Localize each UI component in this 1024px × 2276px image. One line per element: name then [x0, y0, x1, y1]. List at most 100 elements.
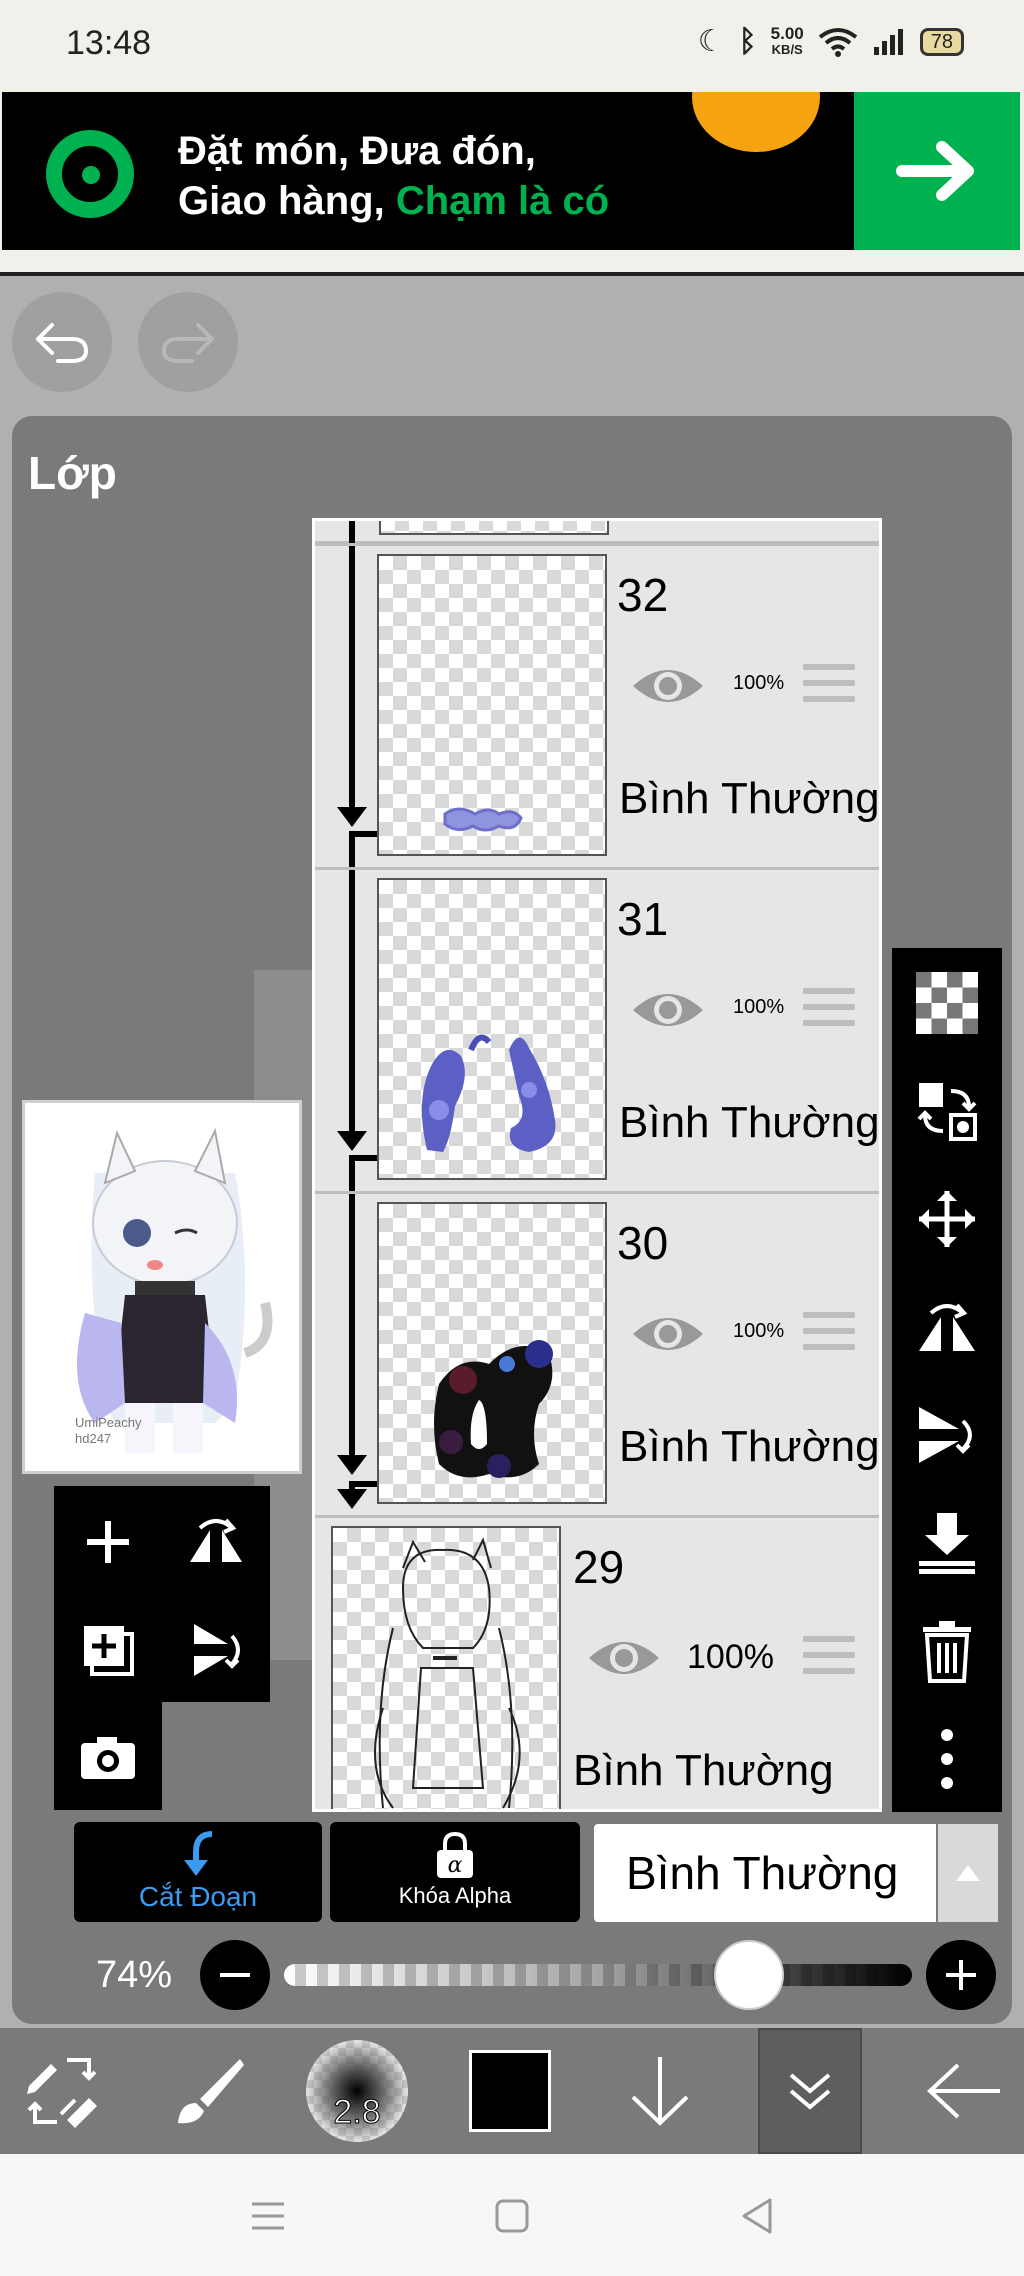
redo-icon — [161, 323, 214, 363]
merge-down-button[interactable] — [910, 1506, 984, 1580]
flip-vertical-button[interactable] — [910, 1398, 984, 1472]
drag-handle-icon[interactable] — [803, 1636, 855, 1684]
layer-thumbnail — [377, 1202, 607, 1504]
drag-handle-icon[interactable] — [803, 988, 855, 1036]
flip-horizontal-icon — [919, 1303, 975, 1351]
opacity-value: 74% — [96, 1954, 173, 1996]
flip-horizontal-layer-button[interactable] — [178, 1504, 254, 1580]
lock-icon: α — [437, 1831, 473, 1878]
layer-thumbnail — [377, 878, 607, 1180]
layer-number: 31 — [617, 893, 669, 945]
clip-down-arrow-icon — [184, 1831, 213, 1876]
brush-tool-button[interactable] — [160, 2028, 256, 2154]
drag-handle-icon[interactable] — [803, 1312, 855, 1360]
add-layer-button[interactable] — [70, 1504, 146, 1580]
eye-icon[interactable] — [629, 660, 707, 712]
ad-text: Đặt món, Đưa đón, Giao hàng, Chạm là có — [178, 126, 609, 226]
transparent-fill-button[interactable] — [910, 966, 984, 1040]
tool-switch-button[interactable] — [14, 2028, 110, 2154]
delete-layer-button[interactable] — [910, 1614, 984, 1688]
net-speed-value: 5.00 — [770, 23, 804, 43]
panel-title: Lớp — [28, 447, 117, 499]
net-speed: 5.00 KB/S — [770, 23, 804, 58]
system-nav-bar — [0, 2154, 1024, 2276]
layer-down-button[interactable] — [612, 2028, 708, 2154]
layer-number: 30 — [617, 1217, 669, 1269]
ad-line-2-highlight: Chạm là có — [395, 179, 610, 223]
home-icon[interactable] — [494, 2196, 530, 2236]
redo-button[interactable] — [138, 292, 238, 392]
opacity-slider[interactable] — [284, 1964, 912, 1986]
clipping-button[interactable]: Cắt Đoạn — [74, 1822, 322, 1922]
more-vertical-icon — [941, 1729, 953, 1789]
trash-icon — [923, 1621, 971, 1683]
layer-row[interactable]: 31 100% Bình Thường — [315, 867, 879, 1191]
layer-opacity: 100% — [687, 1638, 774, 1676]
status-icons: ☾ ᛒ 5.00 KB/S 78 — [698, 24, 964, 59]
opacity-decrease-button[interactable] — [200, 1940, 270, 2010]
grab-logo-dot — [82, 166, 100, 184]
layer-thumbnail — [377, 554, 607, 856]
copy-layer-icon — [84, 1626, 134, 1676]
menu-icon[interactable] — [248, 2196, 288, 2236]
layer-list[interactable]: 32 100% Bình Thường 31 100% Bình Thường … — [312, 518, 882, 1812]
ad-decoration — [692, 92, 820, 152]
brush-icon — [178, 2059, 244, 2124]
camera-import-button[interactable] — [70, 1720, 146, 1796]
swap-layer-icon — [917, 1083, 977, 1141]
layer-blend-mode: Bình Thường — [573, 1746, 834, 1795]
back-button[interactable] — [916, 2028, 1012, 2154]
plus-icon — [946, 1960, 976, 1990]
layer-opacity: 100% — [733, 672, 785, 694]
arrow-down-icon — [631, 2057, 689, 2126]
flip-horizontal-icon — [190, 1518, 242, 1562]
layer-row[interactable]: 32 100% Bình Thường — [315, 543, 879, 867]
primary-color-swatch — [469, 2050, 551, 2132]
eye-icon[interactable] — [629, 1308, 707, 1360]
nav-back-icon[interactable] — [738, 2196, 774, 2236]
layer-blend-mode: Bình Thường — [619, 1422, 880, 1471]
ad-arrow-button[interactable] — [854, 92, 1020, 250]
character-illustration — [77, 1127, 273, 1453]
minus-icon — [220, 1973, 250, 1977]
blend-mode-dropdown-button[interactable] — [938, 1824, 998, 1922]
move-button[interactable] — [910, 1182, 984, 1256]
layers-toggle-button[interactable] — [758, 2028, 862, 2154]
undo-icon — [36, 323, 89, 363]
undo-button[interactable] — [12, 292, 112, 392]
drag-handle-icon[interactable] — [803, 664, 855, 712]
flip-horizontal-button[interactable] — [910, 1290, 984, 1364]
ad-banner[interactable]: Đặt món, Đưa đón, Giao hàng, Chạm là có — [2, 92, 1020, 250]
flip-vertical-icon — [194, 1624, 240, 1676]
plus-icon — [87, 1521, 129, 1563]
clipping-label: Cắt Đoạn — [138, 1881, 258, 1912]
net-speed-unit: KB/S — [771, 41, 803, 57]
alpha-lock-button[interactable]: α Khóa Alpha — [330, 1822, 580, 1922]
opacity-slider-knob[interactable] — [713, 1940, 784, 2010]
layer-row[interactable]: 29 100% Bình Thường — [315, 1515, 879, 1809]
move-layer-content-button[interactable] — [910, 1074, 984, 1148]
more-options-button[interactable] — [910, 1722, 984, 1796]
svg-text:α: α — [448, 1853, 463, 1878]
layer-thumbnail — [331, 1526, 561, 1809]
blend-mode-select[interactable]: Bình Thường — [594, 1824, 936, 1922]
bluetooth-icon: ᛒ — [738, 24, 757, 58]
color-picker-button[interactable] — [460, 2028, 560, 2154]
arrow-left-icon — [927, 2063, 1000, 2119]
canvas-preview[interactable]: UmiPeachy hd247 — [22, 1100, 302, 1474]
opacity-increase-button[interactable] — [926, 1940, 996, 2010]
layer-row[interactable]: 30 100% Bình Thường — [315, 1191, 879, 1515]
camera-icon — [81, 1737, 135, 1779]
layer-opacity: 100% — [733, 1320, 785, 1342]
eye-icon[interactable] — [629, 984, 707, 1036]
duplicate-layer-button[interactable] — [70, 1612, 146, 1688]
battery-indicator: 78 — [919, 27, 964, 56]
wifi-icon — [818, 27, 857, 57]
merge-down-icon — [919, 1513, 975, 1574]
flip-vertical-layer-button[interactable] — [178, 1612, 254, 1688]
brush-size-button[interactable]: 2.8 — [304, 2028, 410, 2154]
preview-watermark-2: hd247 — [75, 1431, 112, 1446]
status-time: 13:48 — [66, 24, 152, 62]
preview-watermark: UmiPeachy — [75, 1415, 142, 1430]
eye-icon[interactable] — [585, 1632, 663, 1684]
